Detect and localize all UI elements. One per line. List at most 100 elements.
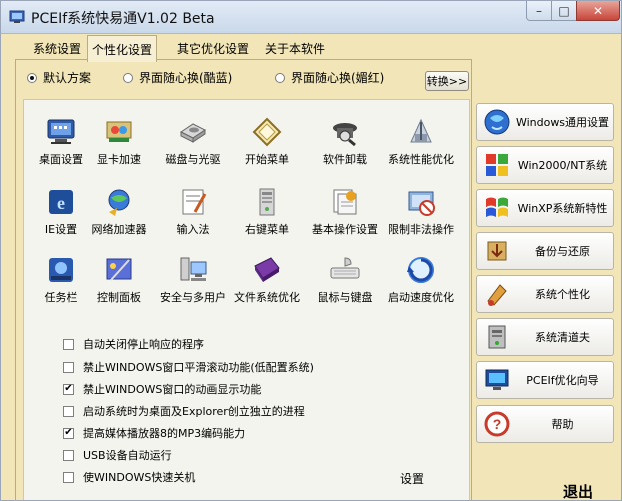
personalize-icon <box>487 284 507 306</box>
grid-item-startup-speed[interactable]: 启动速度优化 <box>382 254 460 314</box>
nav-win2000-nt[interactable]: Win2000/NT系统 <box>476 146 614 184</box>
app-icon <box>9 10 25 23</box>
grid-item-label: 桌面设置 <box>39 153 83 166</box>
setup-button[interactable]: 设置 <box>395 469 429 487</box>
context-menu-icon <box>259 188 275 216</box>
grid-item-control-panel[interactable]: 控制面板 <box>80 254 158 314</box>
grid-item-performance[interactable]: 系统性能优化 <box>382 116 460 176</box>
grid-item-label: 右键菜单 <box>245 223 289 236</box>
grid-item-label: 鼠标与键盘 <box>317 291 373 304</box>
checkbox[interactable] <box>63 449 74 461</box>
scheme-radio-group: 默认方案 界面随心换(酷蓝) 界面随心换(媚红) <box>23 69 473 89</box>
radio-cool-blue[interactable]: 界面随心换(酷蓝) <box>123 69 232 86</box>
wizard-icon <box>485 369 509 390</box>
disk-drive-icon <box>180 123 206 143</box>
grid-item-disk-drive[interactable]: 磁盘与光驱 <box>154 116 232 176</box>
nav-label: 备份与还原 <box>535 245 590 258</box>
nav-label: PCEIf优化向导 <box>526 374 599 387</box>
grid-item-uninstall[interactable]: 软件卸载 <box>306 116 384 176</box>
security-users-icon <box>180 257 207 281</box>
right-nav-panel: Windows通用设置 Win2000/NT系统 WinXP系统新特性 备份与还… <box>476 101 616 500</box>
windows-nt-icon <box>486 154 508 176</box>
network-icon <box>108 189 130 216</box>
radio-label: 默认方案 <box>43 71 92 85</box>
svg-text:e: e <box>57 193 65 213</box>
nav-help[interactable]: ? 帮助 <box>476 405 614 443</box>
radio-dot[interactable] <box>275 72 285 83</box>
nav-winxp-features[interactable]: WinXP系统新特性 <box>476 189 614 227</box>
option-label: 提高媒体播放器8的MP3编码能力 <box>83 427 246 440</box>
option-auto-close-hung[interactable]: 自动关闭停止响应的程序 <box>63 336 204 352</box>
tab-about[interactable]: 关于本软件 <box>261 37 329 59</box>
checkbox[interactable] <box>63 338 74 350</box>
performance-icon <box>410 118 432 143</box>
grid-item-label: 输入法 <box>176 223 210 236</box>
option-disable-smooth-scroll[interactable]: 禁止WINDOWS窗口平滑滚动功能(低配置系统) <box>63 359 314 375</box>
startup-speed-icon <box>407 257 434 283</box>
checkbox[interactable] <box>63 471 74 483</box>
grid-item-label: 开始菜单 <box>245 153 289 166</box>
close-button[interactable]: ✕ <box>576 1 620 21</box>
maximize-button[interactable]: □ <box>551 1 577 21</box>
nav-label: Windows通用设置 <box>515 116 610 129</box>
control-panel-icon <box>106 258 132 281</box>
uninstall-icon <box>333 123 357 147</box>
grid-item-restrict[interactable]: 限制非法操作 <box>382 186 460 246</box>
grid-item-filesystem[interactable]: 文件系统优化 <box>228 254 306 314</box>
option-usb-autorun[interactable]: USB设备自动运行 <box>63 447 172 463</box>
grid-item-label: 安全与多用户 <box>160 291 226 304</box>
tab-system-settings[interactable]: 系统设置 <box>29 37 85 59</box>
nav-system-cleaner[interactable]: 系统清道夫 <box>476 318 614 356</box>
option-mp3-encoding[interactable]: ✔ 提高媒体播放器8的MP3编码能力 <box>63 425 245 441</box>
nav-backup-restore[interactable]: 备份与还原 <box>476 232 614 270</box>
grid-item-label: 限制非法操作 <box>388 223 454 236</box>
display-card-icon <box>106 121 132 142</box>
window-title: PCEIf系统快易通V1.02 Beta <box>31 11 215 27</box>
switch-button[interactable]: 转换>> <box>425 71 469 91</box>
nav-personalize[interactable]: 系统个性化 <box>476 275 614 313</box>
checkbox[interactable] <box>63 405 74 417</box>
option-disable-animation[interactable]: ✔ 禁止WINDOWS窗口的动画显示功能 <box>63 381 261 397</box>
checkbox[interactable]: ✔ <box>63 383 74 395</box>
grid-item-mouse-keyboard[interactable]: 鼠标与键盘 <box>306 254 384 314</box>
grid-item-label: 控制面板 <box>97 291 141 304</box>
grid-item-display-card[interactable]: 显卡加速 <box>80 116 158 176</box>
grid-item-label: IE设置 <box>44 223 78 236</box>
option-label: 自动关闭停止响应的程序 <box>83 338 204 351</box>
backup-icon <box>487 241 507 261</box>
minimize-button[interactable]: – <box>526 1 552 21</box>
grid-item-label: 磁盘与光驱 <box>165 153 221 166</box>
tab-personalize[interactable]: 个性化设置 <box>87 35 158 62</box>
option-fast-shutdown[interactable]: 使WINDOWS快速关机 <box>63 469 195 485</box>
option-label: 禁止WINDOWS窗口的动画显示功能 <box>83 383 262 396</box>
ie-icon: e <box>49 190 73 214</box>
grid-item-context-menu[interactable]: 右键菜单 <box>228 186 306 246</box>
title-bar: PCEIf系统快易通V1.02 Beta – □ ✕ <box>1 1 621 34</box>
grid-item-label: 显卡加速 <box>97 153 141 166</box>
tab-other-optimize[interactable]: 其它优化设置 <box>173 37 253 59</box>
radio-dot[interactable] <box>27 72 37 83</box>
grid-item-security-users[interactable]: 安全与多用户 <box>154 254 232 314</box>
checkbox[interactable] <box>63 361 74 373</box>
option-separate-explorer-process[interactable]: 启动系统时为桌面及Explorer创立独立的进程 <box>63 403 305 419</box>
radio-label: 界面随心换(媚红) <box>291 71 385 85</box>
taskbar-icon <box>49 258 73 282</box>
checkbox[interactable]: ✔ <box>63 427 74 439</box>
nav-label: 系统个性化 <box>535 288 590 301</box>
nav-windows-general[interactable]: Windows通用设置 <box>476 103 614 141</box>
grid-item-label: 基本操作设置 <box>312 223 378 236</box>
grid-item-label: 任务栏 <box>44 291 78 304</box>
nav-label: Win2000/NT系统 <box>517 159 608 172</box>
nav-label: WinXP系统新特性 <box>517 202 608 215</box>
option-label: 使WINDOWS快速关机 <box>83 471 196 484</box>
radio-charming-red[interactable]: 界面随心换(媚红) <box>275 69 384 86</box>
nav-optimize-wizard[interactable]: PCEIf优化向导 <box>476 361 614 399</box>
radio-default-scheme[interactable]: 默认方案 <box>27 69 91 86</box>
grid-item-basic-ops[interactable]: 基本操作设置 <box>306 186 384 246</box>
grid-item-start-menu[interactable]: 开始菜单 <box>228 116 306 176</box>
exit-button[interactable]: 退出 <box>563 481 593 500</box>
grid-item-input-method[interactable]: 输入法 <box>154 186 232 246</box>
radio-dot[interactable] <box>123 72 133 83</box>
grid-item-network[interactable]: 网络加速器 <box>80 186 158 246</box>
filesystem-icon <box>254 257 280 282</box>
